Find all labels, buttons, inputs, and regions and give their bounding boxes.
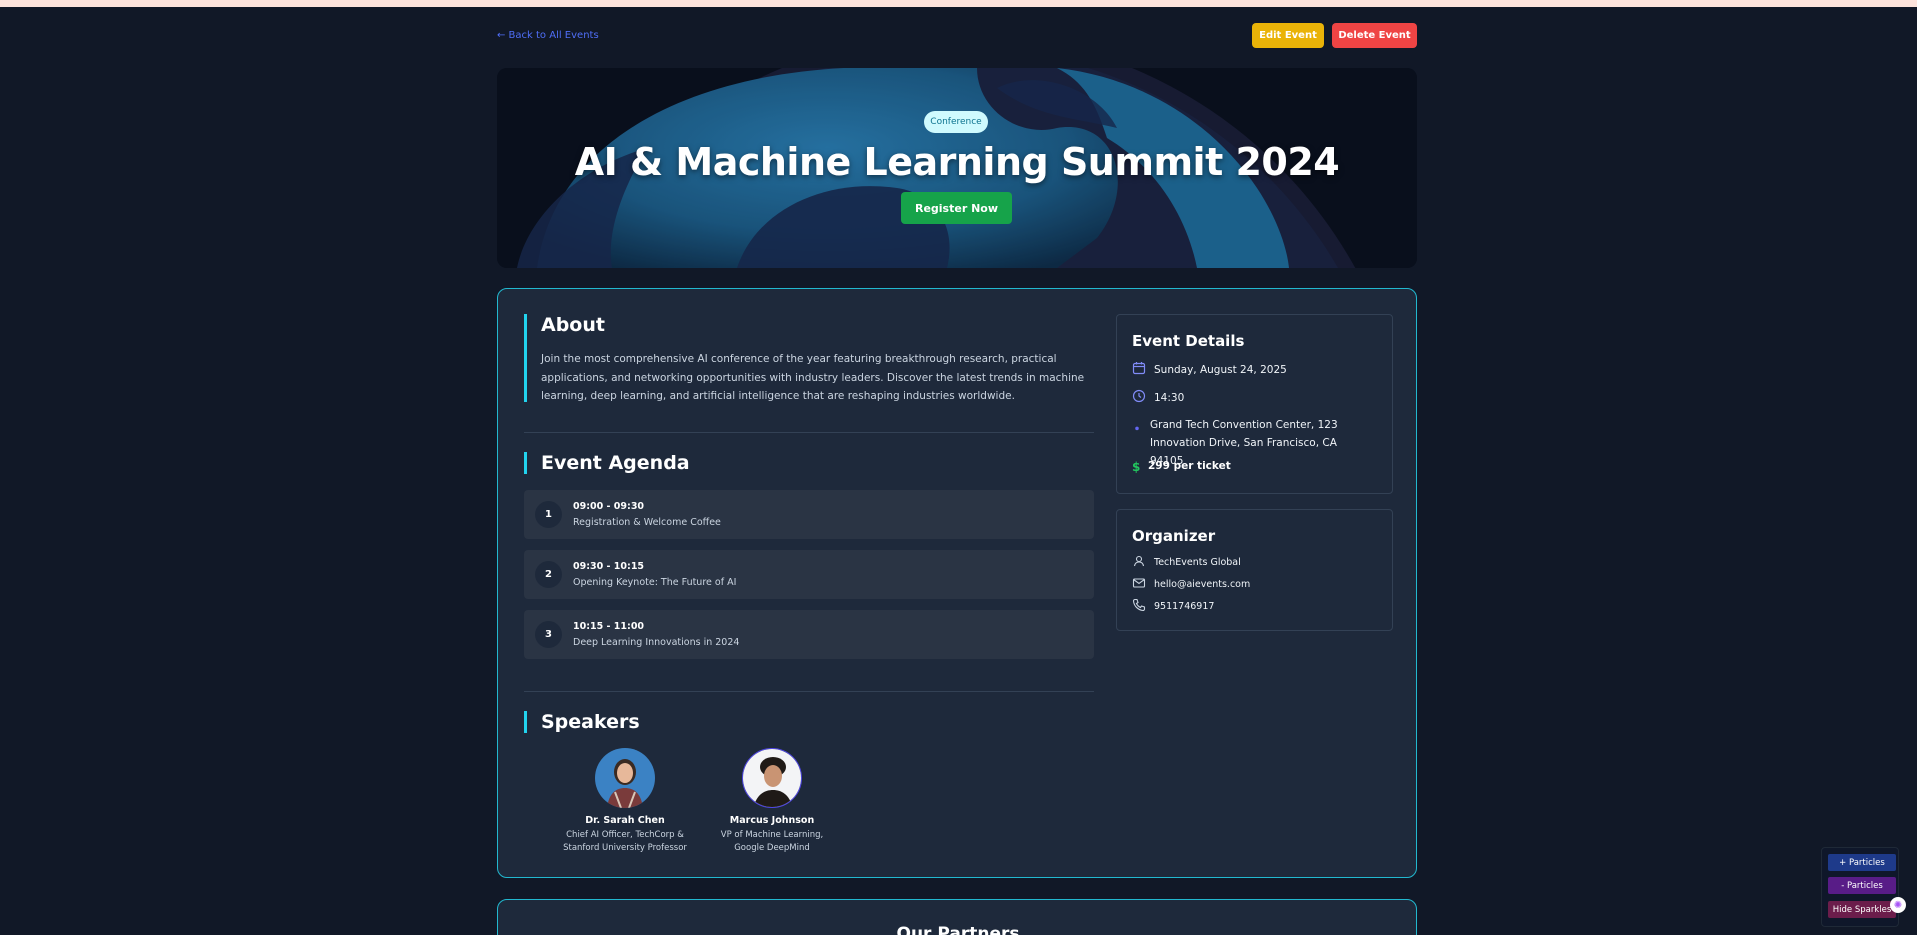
organizer-heading: Organizer — [1132, 527, 1216, 545]
speaker-role: Chief AI Officer, TechCorp & Stanford Un… — [563, 830, 687, 853]
phone-icon — [1132, 598, 1146, 612]
agenda-item: 1 09:00 - 09:30 Registration & Welcome C… — [524, 490, 1094, 539]
event-time-row: 14:30 — [1132, 389, 1184, 407]
speaker-name: Marcus Johnson — [729, 815, 815, 826]
add-particles-button[interactable]: + Particles — [1828, 854, 1896, 871]
agenda-item-time: 09:00 - 09:30 — [573, 501, 645, 512]
particle-controls: + Particles - Particles Hide Sparkles — [1821, 847, 1899, 927]
speaker-avatar — [742, 748, 802, 808]
calendar-icon — [1132, 362, 1146, 375]
organizer-phone-row: 9511746917 — [1132, 598, 1214, 616]
agenda-item-time: 09:30 - 10:15 — [573, 561, 645, 572]
agenda-item-title: Opening Keynote: The Future of AI — [573, 577, 737, 588]
edit-event-button[interactable]: Edit Event — [1252, 23, 1324, 48]
mail-icon — [1132, 578, 1146, 588]
about-section: About Join the most comprehensive AI con… — [524, 314, 1094, 402]
remove-particles-button[interactable]: - Particles — [1828, 877, 1896, 894]
organizer-phone[interactable]: 9511746917 — [1154, 598, 1214, 616]
dollar-icon: $ — [1132, 460, 1141, 474]
event-time: 14:30 — [1154, 392, 1185, 404]
event-details-panel: Event Details Sunday, August 24, 2025 14… — [1116, 314, 1393, 494]
speaker-avatar — [595, 748, 655, 808]
section-divider — [524, 691, 1094, 692]
clock-icon — [1132, 389, 1146, 403]
speaker-role: VP of Machine Learning, Google DeepMind — [720, 830, 824, 853]
partners-section: Our Partners — [497, 899, 1417, 935]
agenda-item-title: Registration & Welcome Coffee — [573, 517, 721, 528]
organizer-name-row: TechEvents Global — [1132, 554, 1241, 572]
event-details-heading: Event Details — [1132, 332, 1245, 350]
speaker-name: Dr. Sarah Chen — [585, 815, 665, 826]
sparkle-toggle-icon[interactable]: ✺ — [1890, 897, 1906, 913]
back-to-events-link[interactable]: ← Back to All Events — [497, 30, 599, 41]
location-pin-icon — [1135, 426, 1139, 431]
agenda-item: 3 10:15 - 11:00 Deep Learning Innovation… — [524, 610, 1094, 659]
event-price: 299 per ticket — [1148, 460, 1231, 472]
organizer-panel: Organizer TechEvents Global hello@aieven… — [1116, 509, 1393, 631]
agenda-item-number: 2 — [535, 561, 562, 588]
organizer-name: TechEvents Global — [1154, 557, 1241, 568]
event-title: AI & Machine Learning Summit 2024 — [574, 140, 1340, 184]
event-hero-banner: Conference AI & Machine Learning Summit … — [497, 68, 1417, 268]
event-date-row: Sunday, August 24, 2025 — [1132, 361, 1287, 379]
section-divider — [524, 432, 1094, 433]
speakers-heading: Speakers — [524, 711, 640, 733]
organizer-email-row: hello@aievents.com — [1132, 576, 1250, 594]
about-heading: About — [541, 314, 605, 336]
speaker-card: Marcus Johnson VP of Machine Learning, G… — [707, 748, 837, 855]
delete-event-button[interactable]: Delete Event — [1332, 23, 1417, 48]
agenda-item: 2 09:30 - 10:15 Opening Keynote: The Fut… — [524, 550, 1094, 599]
agenda-item-number: 3 — [535, 621, 562, 648]
event-main-card: About Join the most comprehensive AI con… — [497, 288, 1417, 878]
agenda-item-title: Deep Learning Innovations in 2024 — [573, 637, 740, 648]
partners-heading: Our Partners — [896, 924, 1020, 935]
user-icon — [1133, 555, 1145, 567]
event-date: Sunday, August 24, 2025 — [1154, 364, 1287, 376]
hide-sparkles-button[interactable]: Hide Sparkles — [1828, 901, 1896, 918]
about-description: Join the most comprehensive AI conferenc… — [541, 353, 1085, 402]
event-price-row: $ 299 per ticket — [1132, 460, 1231, 474]
event-category-badge: Conference — [924, 111, 988, 133]
agenda-item-number: 1 — [535, 501, 562, 528]
organizer-email[interactable]: hello@aievents.com — [1154, 576, 1250, 594]
register-now-button[interactable]: Register Now — [901, 192, 1012, 224]
top-accent-bar — [0, 0, 1917, 7]
agenda-item-time: 10:15 - 11:00 — [573, 621, 645, 632]
agenda-heading: Event Agenda — [524, 452, 690, 474]
speaker-card: Dr. Sarah Chen Chief AI Officer, TechCor… — [560, 748, 690, 855]
event-nav: ← Back to All Events Edit Event Delete E… — [497, 23, 1417, 49]
